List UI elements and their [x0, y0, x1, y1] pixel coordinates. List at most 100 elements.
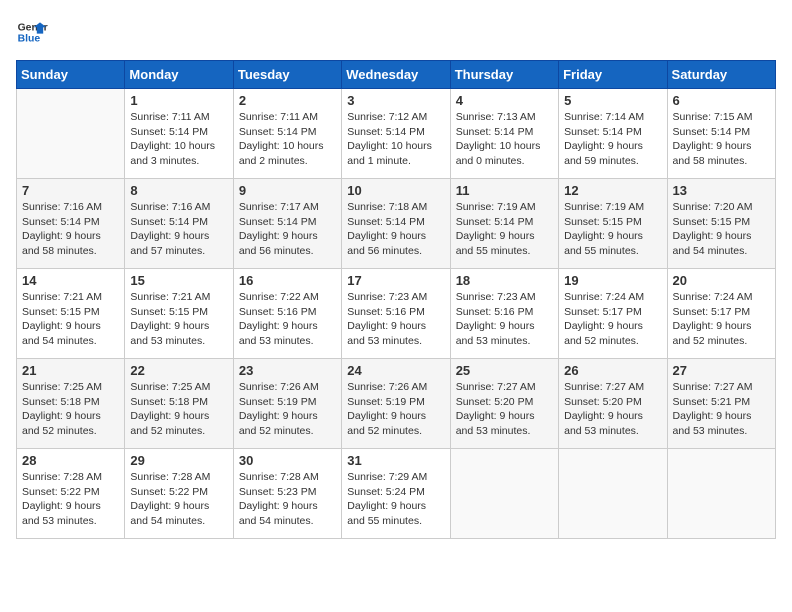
header-cell-tuesday: Tuesday — [233, 61, 341, 89]
calendar-day-cell — [559, 449, 667, 539]
day-info: Sunrise: 7:21 AM Sunset: 5:15 PM Dayligh… — [22, 290, 119, 349]
day-info: Sunrise: 7:29 AM Sunset: 5:24 PM Dayligh… — [347, 470, 444, 529]
calendar-week-row: 21 Sunrise: 7:25 AM Sunset: 5:18 PM Dayli… — [17, 359, 776, 449]
calendar-day-cell: 13 Sunrise: 7:20 AM Sunset: 5:15 PM Dayli… — [667, 179, 775, 269]
calendar-day-cell: 26 Sunrise: 7:27 AM Sunset: 5:20 PM Dayli… — [559, 359, 667, 449]
day-info: Sunrise: 7:28 AM Sunset: 5:22 PM Dayligh… — [22, 470, 119, 529]
day-info: Sunrise: 7:19 AM Sunset: 5:14 PM Dayligh… — [456, 200, 553, 259]
day-number: 25 — [456, 363, 553, 378]
calendar-day-cell: 15 Sunrise: 7:21 AM Sunset: 5:15 PM Dayli… — [125, 269, 233, 359]
day-number: 8 — [130, 183, 227, 198]
calendar-day-cell: 21Sunrise: 7:25 AM Sunset: 5:18 PM Dayli… — [17, 359, 125, 449]
day-number: 2 — [239, 93, 336, 108]
day-info: Sunrise: 7:26 AM Sunset: 5:19 PM Dayligh… — [347, 380, 444, 439]
calendar-day-cell: 11 Sunrise: 7:19 AM Sunset: 5:14 PM Dayli… — [450, 179, 558, 269]
calendar-week-row: 28 Sunrise: 7:28 AM Sunset: 5:22 PM Dayli… — [17, 449, 776, 539]
calendar-day-cell: 20 Sunrise: 7:24 AM Sunset: 5:17 PM Dayli… — [667, 269, 775, 359]
day-number: 29 — [130, 453, 227, 468]
day-number: 13 — [673, 183, 770, 198]
calendar-day-cell: 28 Sunrise: 7:28 AM Sunset: 5:22 PM Dayli… — [17, 449, 125, 539]
day-number: 9 — [239, 183, 336, 198]
calendar-week-row: 1 Sunrise: 7:11 AM Sunset: 5:14 PM Daylig… — [17, 89, 776, 179]
calendar-day-cell: 9 Sunrise: 7:17 AM Sunset: 5:14 PM Daylig… — [233, 179, 341, 269]
calendar-day-cell: 18Sunrise: 7:23 AM Sunset: 5:16 PM Dayli… — [450, 269, 558, 359]
day-info: Sunrise: 7:15 AM Sunset: 5:14 PM Dayligh… — [673, 110, 770, 169]
calendar-day-cell: 31 Sunrise: 7:29 AM Sunset: 5:24 PM Dayli… — [342, 449, 450, 539]
day-number: 24 — [347, 363, 444, 378]
day-number: 10 — [347, 183, 444, 198]
header-cell-friday: Friday — [559, 61, 667, 89]
calendar-day-cell: 27Sunrise: 7:27 AM Sunset: 5:21 PM Dayli… — [667, 359, 775, 449]
header-cell-wednesday: Wednesday — [342, 61, 450, 89]
day-info: Sunrise: 7:11 AM Sunset: 5:14 PM Dayligh… — [239, 110, 336, 169]
calendar-day-cell: 24 Sunrise: 7:26 AM Sunset: 5:19 PM Dayli… — [342, 359, 450, 449]
header-cell-monday: Monday — [125, 61, 233, 89]
calendar-week-row: 14 Sunrise: 7:21 AM Sunset: 5:15 PM Dayli… — [17, 269, 776, 359]
svg-text:Blue: Blue — [18, 34, 41, 45]
day-info: Sunrise: 7:13 AM Sunset: 5:14 PM Dayligh… — [456, 110, 553, 169]
calendar-day-cell: 25 Sunrise: 7:27 AM Sunset: 5:20 PM Dayli… — [450, 359, 558, 449]
day-info: Sunrise: 7:24 AM Sunset: 5:17 PM Dayligh… — [564, 290, 661, 349]
day-number: 12 — [564, 183, 661, 198]
calendar-day-cell: 19 Sunrise: 7:24 AM Sunset: 5:17 PM Dayli… — [559, 269, 667, 359]
day-info: Sunrise: 7:16 AM Sunset: 5:14 PM Dayligh… — [22, 200, 119, 259]
day-number: 3 — [347, 93, 444, 108]
calendar-day-cell: 17 Sunrise: 7:23 AM Sunset: 5:16 PM Dayli… — [342, 269, 450, 359]
day-info: Sunrise: 7:16 AM Sunset: 5:14 PM Dayligh… — [130, 200, 227, 259]
day-info: Sunrise: 7:27 AM Sunset: 5:20 PM Dayligh… — [564, 380, 661, 439]
calendar-day-cell — [450, 449, 558, 539]
day-number: 21 — [22, 363, 119, 378]
day-number: 30 — [239, 453, 336, 468]
day-number: 16 — [239, 273, 336, 288]
day-info: Sunrise: 7:27 AM Sunset: 5:20 PM Dayligh… — [456, 380, 553, 439]
day-info: Sunrise: 7:23 AM Sunset: 5:16 PM Dayligh… — [456, 290, 553, 349]
calendar-day-cell: 22 Sunrise: 7:25 AM Sunset: 5:18 PM Dayli… — [125, 359, 233, 449]
day-info: Sunrise: 7:23 AM Sunset: 5:16 PM Dayligh… — [347, 290, 444, 349]
day-info: Sunrise: 7:24 AM Sunset: 5:17 PM Dayligh… — [673, 290, 770, 349]
day-number: 1 — [130, 93, 227, 108]
day-info: Sunrise: 7:11 AM Sunset: 5:14 PM Dayligh… — [130, 110, 227, 169]
calendar-day-cell — [667, 449, 775, 539]
calendar-day-cell: 10 Sunrise: 7:18 AM Sunset: 5:14 PM Dayli… — [342, 179, 450, 269]
day-number: 19 — [564, 273, 661, 288]
day-number: 11 — [456, 183, 553, 198]
day-number: 31 — [347, 453, 444, 468]
calendar-day-cell: 16 Sunrise: 7:22 AM Sunset: 5:16 PM Dayli… — [233, 269, 341, 359]
day-info: Sunrise: 7:27 AM Sunset: 5:21 PM Dayligh… — [673, 380, 770, 439]
calendar-day-cell: 12 Sunrise: 7:19 AM Sunset: 5:15 PM Dayli… — [559, 179, 667, 269]
day-info: Sunrise: 7:28 AM Sunset: 5:23 PM Dayligh… — [239, 470, 336, 529]
day-info: Sunrise: 7:28 AM Sunset: 5:22 PM Dayligh… — [130, 470, 227, 529]
calendar-table: SundayMondayTuesdayWednesdayThursdayFrid… — [16, 60, 776, 539]
calendar-day-cell: 14 Sunrise: 7:21 AM Sunset: 5:15 PM Dayli… — [17, 269, 125, 359]
calendar-day-cell: 2 Sunrise: 7:11 AM Sunset: 5:14 PM Daylig… — [233, 89, 341, 179]
day-number: 23 — [239, 363, 336, 378]
day-number: 4 — [456, 93, 553, 108]
day-info: Sunrise: 7:17 AM Sunset: 5:14 PM Dayligh… — [239, 200, 336, 259]
header: General Blue — [16, 16, 776, 48]
day-number: 22 — [130, 363, 227, 378]
calendar-day-cell: 3 Sunrise: 7:12 AM Sunset: 5:14 PM Daylig… — [342, 89, 450, 179]
calendar-day-cell: 29 Sunrise: 7:28 AM Sunset: 5:22 PM Dayli… — [125, 449, 233, 539]
logo-icon: General Blue — [16, 16, 48, 48]
day-info: Sunrise: 7:19 AM Sunset: 5:15 PM Dayligh… — [564, 200, 661, 259]
calendar-day-cell: 6Sunrise: 7:15 AM Sunset: 5:14 PM Daylig… — [667, 89, 775, 179]
day-number: 5 — [564, 93, 661, 108]
day-info: Sunrise: 7:18 AM Sunset: 5:14 PM Dayligh… — [347, 200, 444, 259]
day-info: Sunrise: 7:22 AM Sunset: 5:16 PM Dayligh… — [239, 290, 336, 349]
day-info: Sunrise: 7:21 AM Sunset: 5:15 PM Dayligh… — [130, 290, 227, 349]
day-number: 20 — [673, 273, 770, 288]
day-info: Sunrise: 7:25 AM Sunset: 5:18 PM Dayligh… — [130, 380, 227, 439]
day-info: Sunrise: 7:12 AM Sunset: 5:14 PM Dayligh… — [347, 110, 444, 169]
svg-text:General: General — [18, 22, 48, 33]
calendar-day-cell: 1 Sunrise: 7:11 AM Sunset: 5:14 PM Daylig… — [125, 89, 233, 179]
calendar-header-row: SundayMondayTuesdayWednesdayThursdayFrid… — [17, 61, 776, 89]
day-number: 17 — [347, 273, 444, 288]
day-number: 28 — [22, 453, 119, 468]
day-info: Sunrise: 7:20 AM Sunset: 5:15 PM Dayligh… — [673, 200, 770, 259]
calendar-day-cell: 4 Sunrise: 7:13 AM Sunset: 5:14 PM Daylig… — [450, 89, 558, 179]
day-number: 15 — [130, 273, 227, 288]
header-cell-sunday: Sunday — [17, 61, 125, 89]
calendar-day-cell: 5Sunrise: 7:14 AM Sunset: 5:14 PM Daylig… — [559, 89, 667, 179]
day-number: 14 — [22, 273, 119, 288]
day-number: 26 — [564, 363, 661, 378]
